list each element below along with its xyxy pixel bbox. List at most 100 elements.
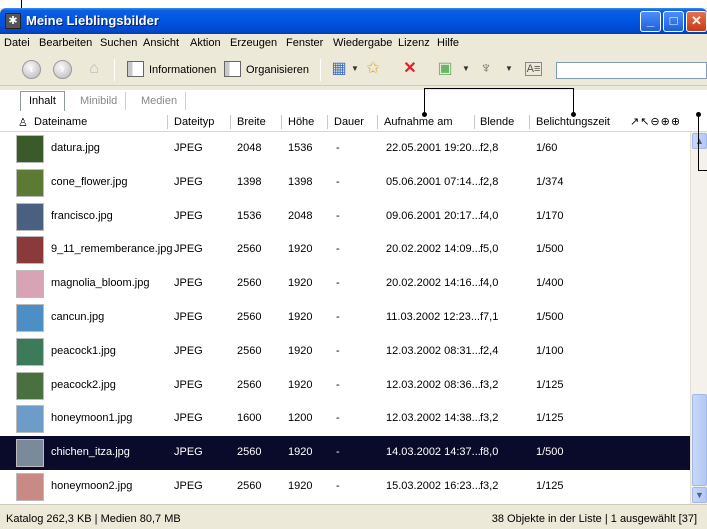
thumbnail-image bbox=[16, 405, 44, 434]
menu-fenster[interactable]: Fenster bbox=[286, 37, 323, 49]
delete-icon[interactable]: ✕ bbox=[401, 60, 419, 78]
folder-star-icon[interactable]: ✩ bbox=[364, 60, 382, 78]
cell-filetype: JPEG bbox=[174, 142, 203, 154]
table-row[interactable]: cancun.jpg JPEG 2560 1920 - 11.03.2002 12:23.… bbox=[0, 301, 690, 335]
cell-exposure: 1/125 bbox=[536, 412, 564, 425]
minimize-button[interactable]: _ bbox=[640, 11, 661, 32]
cell-width: 2560 bbox=[237, 243, 262, 256]
column-tools-icon[interactable]: ↗↖⊖⊕⊕ bbox=[630, 115, 681, 128]
cell-filetype: JPEG bbox=[174, 412, 203, 425]
column-divider[interactable] bbox=[230, 115, 231, 129]
menu-wiedergabe[interactable]: Wiedergabe bbox=[333, 37, 392, 49]
cell-filename: magnolia_bloom.jpg bbox=[51, 277, 150, 290]
column-belichtungszeit[interactable]: Belichtungszeit bbox=[536, 116, 610, 128]
organize-panel-icon[interactable] bbox=[224, 61, 241, 77]
column-blende[interactable]: Blende bbox=[480, 116, 514, 128]
table-row[interactable]: magnolia_bloom.jpg JPEG 2560 1920 - 20.02.200… bbox=[0, 267, 690, 301]
cell-duration: - bbox=[336, 378, 340, 391]
table-row[interactable]: chichen_itza.jpg JPEG 2560 1920 - 14.03.2002 … bbox=[0, 436, 690, 471]
tab-medien[interactable]: Medien bbox=[133, 92, 187, 110]
info-panel-icon[interactable] bbox=[127, 61, 144, 77]
thumbnail-image bbox=[16, 304, 44, 332]
cell-height: 1920 bbox=[288, 344, 313, 357]
table-row[interactable]: peacock1.jpg JPEG 2560 1920 - 12.03.2002 08:3… bbox=[0, 335, 690, 369]
microphone-icon[interactable]: ♆ bbox=[477, 60, 495, 78]
menu-erzeugen[interactable]: Erzeugen bbox=[230, 37, 277, 49]
cell-filetype: JPEG bbox=[174, 277, 203, 290]
caption-icon[interactable]: A≡ bbox=[525, 62, 542, 76]
cell-filetype: JPEG bbox=[174, 344, 203, 357]
column-dateityp[interactable]: Dateityp bbox=[174, 116, 214, 128]
cell-filetype: JPEG bbox=[174, 311, 203, 323]
window-title: Meine Lieblingsbilder bbox=[26, 13, 159, 28]
callout-line-aufnahme bbox=[424, 88, 574, 89]
table-row[interactable]: cone_flower.jpg JPEG 1398 1398 - 05.06.2001 0… bbox=[0, 166, 690, 200]
tab-inhalt[interactable]: Inhalt bbox=[20, 91, 65, 111]
lock-icon[interactable]: ▣ bbox=[436, 60, 454, 78]
maximize-button[interactable]: □ bbox=[663, 11, 684, 32]
column-dateiname[interactable]: Dateiname bbox=[34, 116, 87, 128]
table-row[interactable]: francisco.jpg JPEG 1536 2048 - 09.06.2001 20:… bbox=[0, 200, 690, 234]
column-divider[interactable] bbox=[327, 115, 328, 129]
cell-filename: francisco.jpg bbox=[51, 209, 113, 222]
organize-button-label[interactable]: Organisieren bbox=[246, 64, 309, 76]
cell-duration: - bbox=[336, 311, 340, 323]
table-row[interactable]: datura.jpg JPEG 2048 1536 - 22.05.2001 19:20.… bbox=[0, 132, 690, 166]
table-row[interactable]: 9_11_rememberance.jpg JPEG 2560 1920 - 20.02.… bbox=[0, 233, 690, 267]
column-divider[interactable] bbox=[529, 115, 530, 129]
scroll-down-icon[interactable]: ▼ bbox=[692, 487, 707, 503]
cell-filetype: JPEG bbox=[174, 175, 203, 188]
column-divider[interactable] bbox=[474, 115, 475, 129]
cell-exposure: 1/125 bbox=[536, 378, 564, 391]
microphone-dropdown-icon[interactable]: ▼ bbox=[505, 64, 513, 73]
sort-icon[interactable]: ♙ bbox=[18, 116, 28, 129]
table-row[interactable]: honeymoon1.jpg JPEG 1600 1200 - 12.03.2002 14… bbox=[0, 402, 690, 436]
scroll-thumb[interactable] bbox=[692, 394, 707, 486]
forward-icon[interactable]: › bbox=[53, 60, 72, 79]
scroll-up-icon[interactable]: ▲ bbox=[692, 133, 707, 149]
cell-duration: - bbox=[336, 277, 340, 290]
column-divider[interactable] bbox=[281, 115, 282, 129]
menu-lizenz[interactable]: Lizenz bbox=[398, 37, 430, 49]
cell-filetype: JPEG bbox=[174, 446, 203, 459]
calendar-dropdown-icon[interactable]: ▼ bbox=[351, 64, 359, 73]
column-hoehe[interactable]: Höhe bbox=[288, 116, 314, 128]
caption-input[interactable] bbox=[556, 62, 707, 79]
table-row[interactable]: honeymoon2.jpg JPEG 2560 1920 - 15.03.2002 16… bbox=[0, 470, 690, 504]
menu-suchen[interactable]: Suchen bbox=[100, 37, 137, 49]
home-icon[interactable]: ⌂ bbox=[85, 60, 103, 78]
back-icon[interactable]: ‹ bbox=[22, 60, 41, 79]
cell-aperture: f2,8 bbox=[480, 175, 499, 188]
close-button[interactable]: ✕ bbox=[686, 11, 707, 32]
column-divider[interactable] bbox=[377, 115, 378, 129]
calendar-icon[interactable]: ▦ bbox=[330, 60, 348, 78]
column-divider[interactable] bbox=[167, 115, 168, 129]
cell-aperture: f3,2 bbox=[480, 378, 499, 391]
status-bar: Katalog 262,3 KB | Medien 80,7 MB 38 Obj… bbox=[0, 504, 707, 529]
cell-capture-date: 20.02.2002 14:09... bbox=[386, 243, 481, 256]
cell-filename: honeymoon1.jpg bbox=[51, 412, 133, 425]
thumbnail-image bbox=[16, 473, 44, 501]
menu-ansicht[interactable]: Ansicht bbox=[143, 37, 179, 49]
column-header: ♙ Dateiname Dateityp Breite Höhe Dauer A… bbox=[0, 112, 707, 132]
menu-bearbeiten[interactable]: Bearbeiten bbox=[39, 37, 92, 49]
tab-minibild[interactable]: Minibild bbox=[72, 92, 127, 110]
info-button-label[interactable]: Informationen bbox=[149, 64, 216, 76]
cell-exposure: 1/374 bbox=[536, 175, 564, 188]
menu-aktion[interactable]: Aktion bbox=[190, 37, 221, 49]
thumbnail-image bbox=[16, 202, 44, 231]
cell-height: 1920 bbox=[288, 446, 313, 459]
cell-duration: - bbox=[336, 446, 340, 459]
table-row[interactable]: peacock2.jpg JPEG 2560 1920 - 12.03.2002 08:3… bbox=[0, 369, 690, 403]
column-breite[interactable]: Breite bbox=[237, 116, 266, 128]
menu-hilfe[interactable]: Hilfe bbox=[437, 37, 459, 49]
vertical-scrollbar[interactable]: ▲ ▼ bbox=[690, 132, 707, 504]
cell-height: 1920 bbox=[288, 243, 313, 256]
column-dauer[interactable]: Dauer bbox=[334, 116, 364, 128]
cell-duration: - bbox=[336, 175, 340, 188]
lock-dropdown-icon[interactable]: ▼ bbox=[462, 64, 470, 73]
title-bar[interactable]: ✱ Meine Lieblingsbilder _ □ ✕ bbox=[0, 8, 707, 34]
column-aufnahme-am[interactable]: Aufnahme am bbox=[384, 116, 452, 128]
menu-datei[interactable]: Datei bbox=[4, 37, 30, 49]
cell-aperture: f2,8 bbox=[480, 142, 499, 154]
